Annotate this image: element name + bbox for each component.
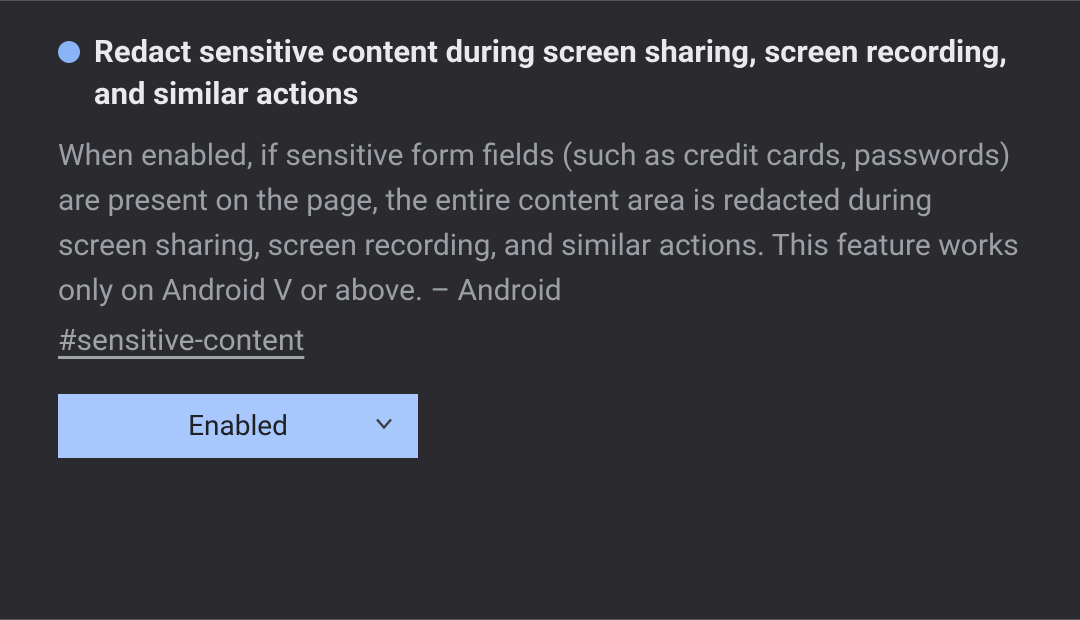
flag-title: Redact sensitive content during screen s… bbox=[94, 31, 1022, 115]
flag-description: When enabled, if sensitive form fields (… bbox=[58, 133, 1022, 313]
flag-anchor-link[interactable]: #sensitive-content bbox=[58, 323, 304, 358]
flag-title-row: Redact sensitive content during screen s… bbox=[58, 31, 1022, 115]
modified-indicator-icon bbox=[58, 41, 80, 63]
flag-state-select[interactable]: Enabled bbox=[58, 394, 418, 458]
chevron-down-icon bbox=[372, 409, 396, 442]
flag-item: Redact sensitive content during screen s… bbox=[0, 0, 1080, 620]
flag-state-selected-label: Enabled bbox=[188, 409, 288, 442]
